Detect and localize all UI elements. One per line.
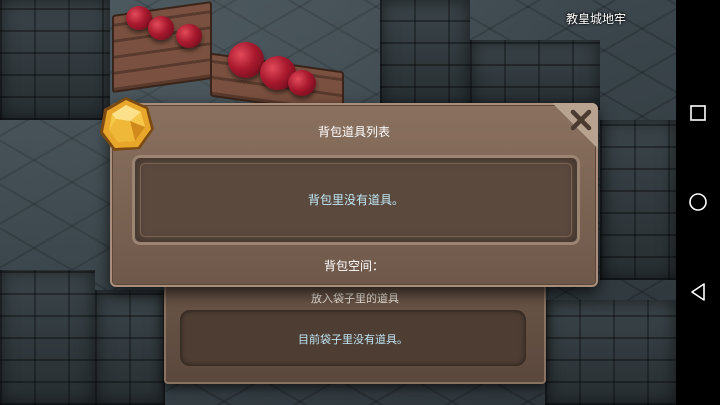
dungeon-wall	[545, 300, 676, 405]
dungeon-wall	[95, 290, 165, 405]
location-name: 教皇城地牢	[566, 12, 627, 26]
back-button[interactable]	[688, 282, 708, 302]
bag-capacity-label: 背包空间：	[323, 259, 384, 273]
system-navigation-bar	[676, 0, 720, 405]
gold-gem-icon	[94, 93, 158, 157]
dialog-title: 背包道具列表	[317, 125, 390, 139]
inventory-empty-message: 背包里没有道具。	[307, 193, 404, 207]
bag-empty-message: 目前袋子里没有道具。	[298, 333, 408, 346]
red-apple	[148, 16, 174, 40]
recent-apps-button[interactable]	[688, 103, 708, 123]
dungeon-wall	[380, 0, 470, 110]
red-apple	[288, 70, 316, 96]
red-apple	[176, 24, 202, 48]
dungeon-wall	[0, 270, 95, 405]
dungeon-wall	[600, 120, 676, 280]
bag-panel-header: 放入袋子里的道具	[311, 292, 399, 305]
dungeon-wall	[470, 40, 600, 110]
inventory-dialog: 背包道具列表 背包里没有道具。 背包空间：	[110, 103, 598, 287]
bag-panel: 放入袋子里的道具 目前袋子里没有道具。	[164, 280, 546, 384]
bag-item-slot-area[interactable]: 目前袋子里没有道具。	[180, 310, 526, 366]
red-apple	[228, 42, 264, 78]
back-triangle-icon	[691, 283, 705, 301]
inventory-item-area[interactable]: 背包里没有道具。	[132, 155, 580, 245]
home-circle-icon	[689, 193, 707, 211]
home-button[interactable]	[688, 192, 708, 212]
recent-apps-square-icon	[690, 105, 706, 121]
